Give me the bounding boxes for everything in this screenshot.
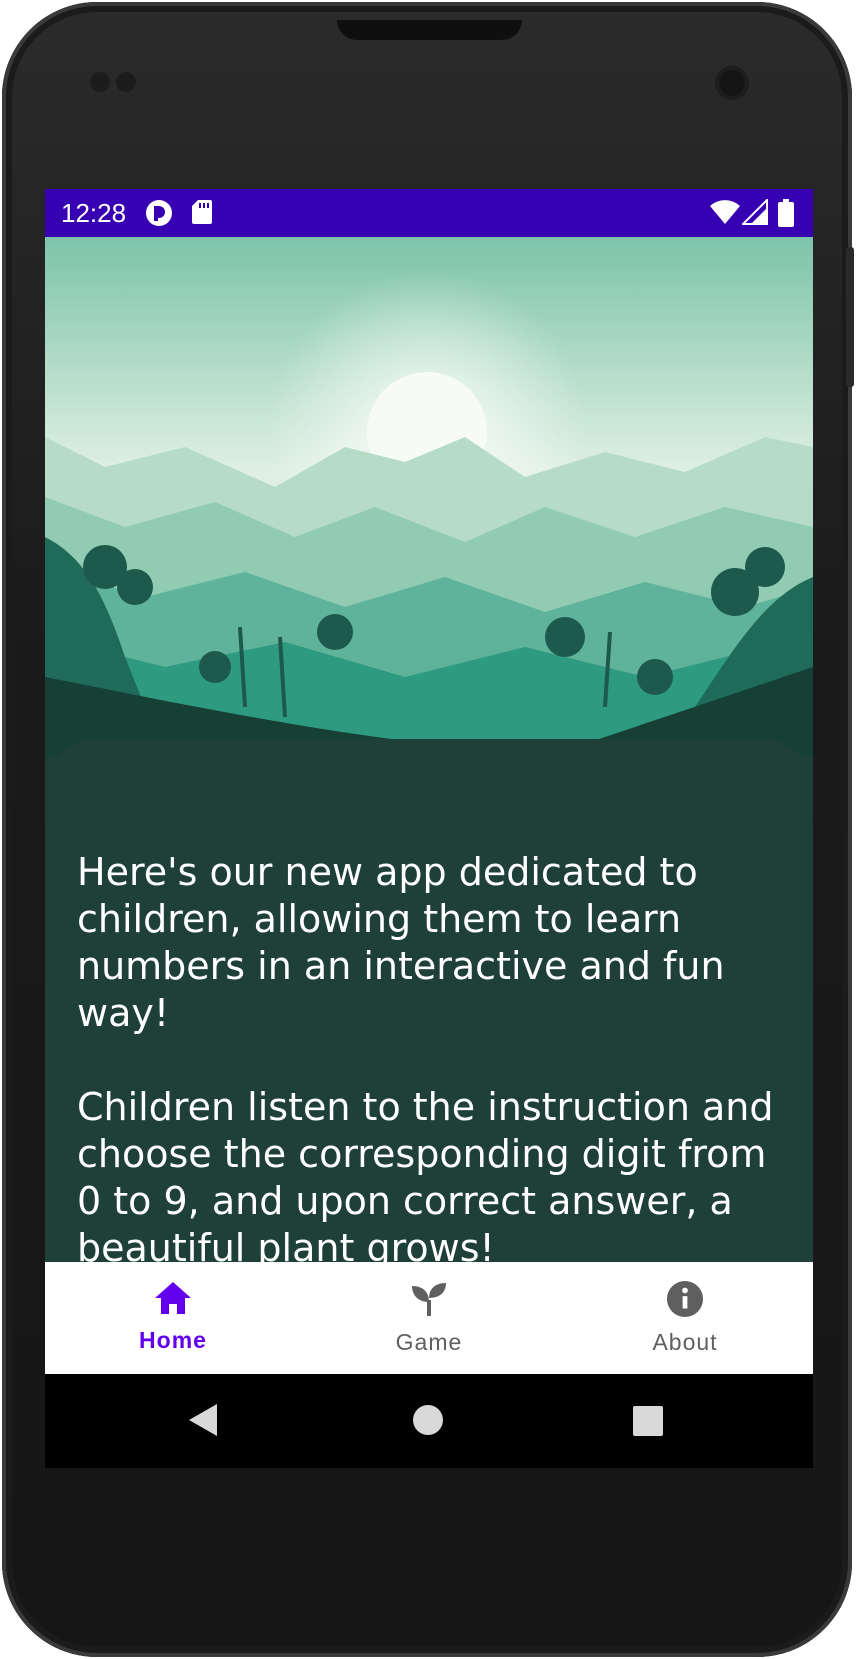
notification-app-icon xyxy=(145,199,173,232)
nav-about[interactable]: About xyxy=(557,1262,813,1374)
back-icon[interactable] xyxy=(187,1402,219,1443)
info-icon xyxy=(665,1280,705,1323)
earpiece-speaker xyxy=(337,20,522,40)
cellular-signal-icon xyxy=(740,197,768,230)
system-navigation-bar xyxy=(45,1374,813,1468)
home-circle-icon[interactable] xyxy=(411,1402,445,1443)
nav-home[interactable]: Home xyxy=(45,1262,301,1374)
intro-text: Here's our new app dedicated to children… xyxy=(77,850,774,1270)
proximity-sensor xyxy=(90,72,110,92)
hero-illustration xyxy=(45,237,813,757)
status-bar: 12:28 xyxy=(45,189,813,237)
sd-card-icon xyxy=(191,199,213,230)
phone-frame: 12:28 Here's our new app dedicated to ch… xyxy=(2,2,854,1657)
nav-about-label: About xyxy=(652,1329,718,1355)
wifi-icon xyxy=(709,199,741,230)
home-icon xyxy=(153,1280,193,1321)
status-time: 12:28 xyxy=(61,198,127,228)
recents-icon[interactable] xyxy=(632,1405,664,1442)
app-screen: 12:28 Here's our new app dedicated to ch… xyxy=(45,189,813,1468)
nav-game[interactable]: Game xyxy=(301,1262,557,1374)
bottom-navigation: Home Game About xyxy=(45,1262,813,1374)
light-sensor xyxy=(116,72,136,92)
power-button xyxy=(846,247,854,387)
front-camera xyxy=(715,66,749,100)
sprout-icon xyxy=(409,1280,449,1323)
nav-game-label: Game xyxy=(395,1329,463,1355)
intro-card: Here's our new app dedicated to children… xyxy=(45,739,813,1270)
nav-home-label: Home xyxy=(139,1327,207,1353)
battery-icon xyxy=(778,199,794,232)
